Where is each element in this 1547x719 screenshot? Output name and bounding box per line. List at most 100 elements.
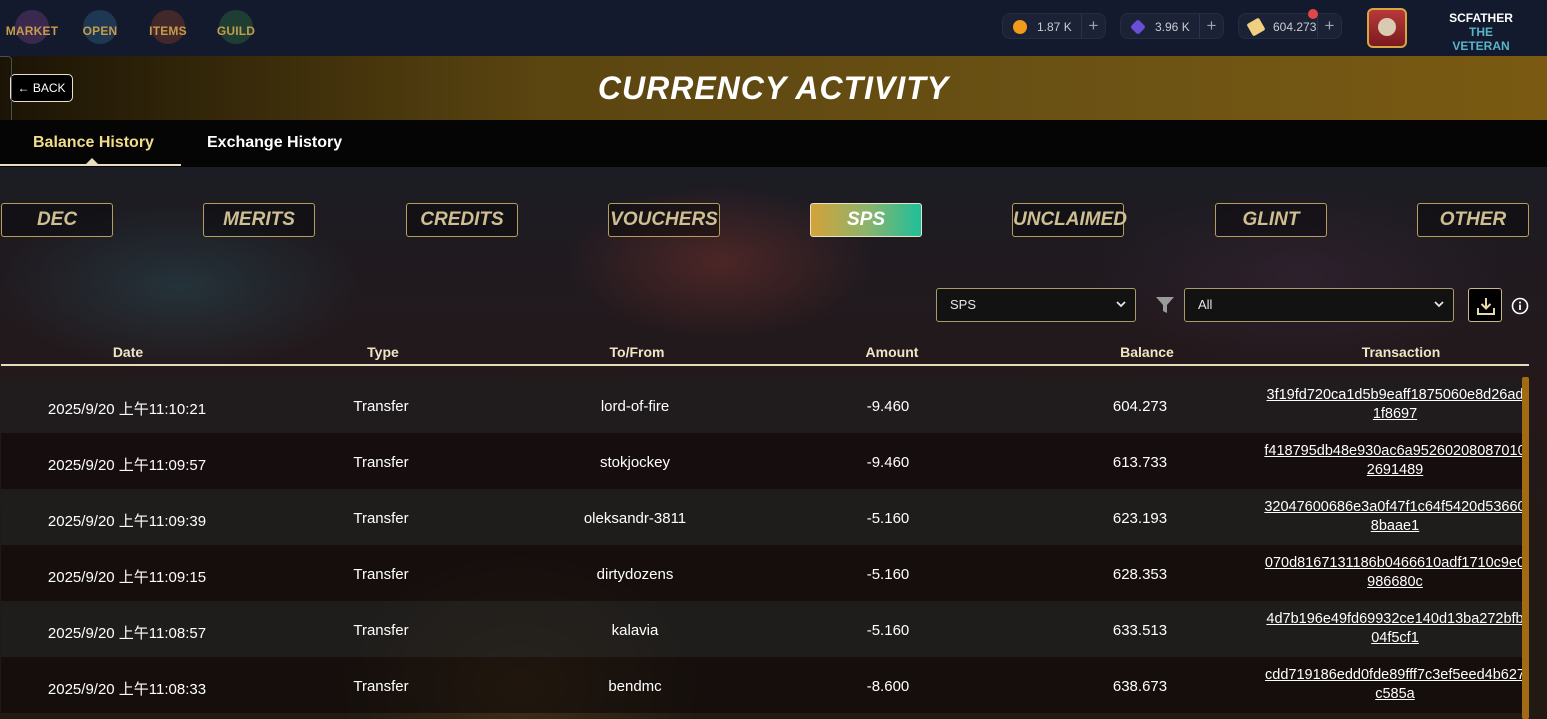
- table-row: 2025/9/20 上午11:09:15 Transfer dirtydozen…: [1, 545, 1525, 601]
- cell-date: 2025/9/20 上午11:09:15: [47, 569, 207, 586]
- table-row: 2025/9/20 上午11:09:39 Transfer oleksandr-…: [1, 489, 1526, 545]
- table-row: 2025/9/20 上午11:08:57 Transfer kalavia -5…: [1, 601, 1524, 657]
- cell-type: Transfer: [353, 678, 409, 695]
- cell-date: 2025/9/20 上午11:09:57: [47, 457, 207, 474]
- token-select-value: SPS: [950, 297, 977, 312]
- back-button[interactable]: ← BACK: [10, 74, 73, 102]
- merits-add-button[interactable]: +: [1199, 14, 1223, 38]
- cell-amount: -9.460: [866, 454, 910, 471]
- dec-add-button[interactable]: +: [1081, 14, 1105, 38]
- dec-balance-pill: 1.87 K +: [1002, 13, 1106, 39]
- transaction-link[interactable]: 3f19fd720ca1d5b9eaff1875060e8d26ad1f8697: [1263, 386, 1527, 424]
- download-button[interactable]: [1468, 288, 1502, 322]
- sps-balance-value: 604.273: [1273, 20, 1317, 34]
- cell-date: 2025/9/20 上午11:08:57: [47, 625, 207, 642]
- cell-to-from: kalavia: [611, 622, 659, 639]
- tab-balance-history[interactable]: Balance History: [33, 134, 154, 152]
- tab-exchange-history[interactable]: Exchange History: [207, 134, 342, 152]
- cell-to-from: oleksandr-3811: [583, 510, 687, 527]
- cell-amount: -5.160: [866, 566, 910, 583]
- arrow-left-icon: ←: [17, 81, 33, 95]
- type-select[interactable]: All: [1184, 288, 1454, 322]
- cell-balance: 623.193: [1112, 510, 1168, 527]
- download-icon: [1477, 298, 1495, 315]
- transaction-link[interactable]: f418795db48e930ac6a952602080870102691489: [1263, 442, 1527, 480]
- currency-vouchers-button[interactable]: VOUCHERS: [608, 203, 720, 237]
- back-button-label: BACK: [32, 81, 66, 95]
- table-row: 2025/9/20 上午11:08:33 Transfer bendmc -8.…: [1, 657, 1525, 713]
- currency-other-button[interactable]: OTHER: [1417, 203, 1529, 237]
- dec-balance-value: 1.87 K: [1037, 20, 1072, 34]
- token-select[interactable]: SPS: [936, 288, 1136, 322]
- sps-add-button[interactable]: +: [1317, 14, 1341, 38]
- nav-open-label: OPEN: [82, 24, 118, 38]
- transaction-link[interactable]: 070d8167131186b0466610adf1710c9e0986680c: [1263, 554, 1527, 592]
- nav-items-label: ITEMS: [149, 24, 187, 38]
- nav-items[interactable]: ITEMS: [136, 10, 200, 50]
- merits-balance-value: 3.96 K: [1155, 20, 1190, 34]
- notification-dot: [1308, 9, 1318, 19]
- user-title: THE VETERAN: [1452, 25, 1510, 53]
- sps-shard-icon: [1246, 17, 1266, 37]
- currency-sps-button[interactable]: SPS: [810, 203, 922, 237]
- sps-balance-pill: 604.273 +: [1238, 13, 1342, 39]
- chevron-down-icon: [1434, 301, 1444, 308]
- filter-icon: [1156, 297, 1174, 313]
- chevron-down-icon: [1116, 301, 1126, 308]
- currency-glint-button[interactable]: GLINT: [1215, 203, 1327, 237]
- cell-balance: 633.513: [1112, 622, 1168, 639]
- merits-balance-pill: 3.96 K +: [1120, 13, 1224, 39]
- nav-market[interactable]: MARKET: [0, 10, 64, 50]
- transaction-link[interactable]: cdd719186edd0fde89fff7c3ef5eed4b627c585a: [1263, 666, 1527, 704]
- avatar[interactable]: [1367, 8, 1407, 48]
- user-name[interactable]: SCFATHER: [1440, 11, 1522, 25]
- page-header: CURRENCY ACTIVITY ← BACK: [0, 56, 1547, 120]
- merits-crystal-icon: [1130, 19, 1146, 35]
- cell-to-from: stokjockey: [599, 454, 671, 471]
- cell-balance: 628.353: [1112, 566, 1168, 583]
- column-header-date: Date: [112, 344, 144, 360]
- avatar-face: [1378, 18, 1396, 36]
- page-title: CURRENCY ACTIVITY: [597, 70, 950, 106]
- nav-guild[interactable]: GUILD: [204, 10, 268, 50]
- cell-amount: -9.460: [866, 398, 910, 415]
- cell-amount: -5.160: [866, 510, 910, 527]
- cell-date: 2025/9/20 上午11:09:39: [47, 513, 207, 530]
- table-row: 2025/9/20 上午11:10:21 Transfer lord-of-fi…: [1, 377, 1523, 433]
- cell-amount: -5.160: [866, 622, 910, 639]
- transaction-link[interactable]: 32047600686e3a0f47f1c64f5420d536608baae1: [1263, 498, 1527, 536]
- table-header-divider: [1, 364, 1529, 366]
- column-header-amount: Amount: [865, 344, 919, 360]
- cell-balance: 638.673: [1112, 678, 1168, 695]
- currency-merits-button[interactable]: MERITS: [203, 203, 315, 237]
- top-navigation: MARKET OPEN ITEMS GUILD 1.87 K + 3.96 K …: [0, 0, 1547, 56]
- currency-unclaimed-button[interactable]: UNCLAIMED: [1012, 203, 1127, 237]
- cell-date: 2025/9/20 上午11:10:21: [47, 401, 207, 418]
- currency-dec-button[interactable]: DEC: [1, 203, 113, 237]
- currency-credits-button[interactable]: CREDITS: [406, 203, 518, 237]
- cell-type: Transfer: [353, 566, 409, 583]
- nav-guild-label: GUILD: [216, 24, 256, 38]
- nav-open[interactable]: OPEN: [68, 10, 132, 50]
- tab-bar: Balance History Exchange History: [0, 120, 1547, 167]
- column-header-balance: Balance: [1120, 344, 1174, 360]
- transaction-link[interactable]: 4d7b196e49fd69932ce140d13ba272bfb04f5cf1: [1263, 610, 1527, 648]
- column-header-transaction: Transaction: [1361, 344, 1441, 360]
- cell-to-from: bendmc: [608, 678, 662, 695]
- cell-date: 2025/9/20 上午11:08:33: [47, 681, 207, 698]
- info-icon[interactable]: [1511, 297, 1529, 315]
- column-header-type: Type: [367, 344, 399, 360]
- nav-market-label: MARKET: [5, 24, 59, 38]
- active-tab-underline: [0, 164, 181, 166]
- cell-type: Transfer: [353, 398, 409, 415]
- type-select-value: All: [1198, 297, 1213, 312]
- cell-type: Transfer: [353, 622, 409, 639]
- cell-to-from: dirtydozens: [596, 566, 674, 583]
- cell-balance: 604.273: [1112, 398, 1168, 415]
- cell-type: Transfer: [353, 510, 409, 527]
- cell-amount: -8.600: [866, 678, 910, 695]
- column-header-to-from: To/From: [609, 344, 665, 360]
- table-scrollbar-thumb[interactable]: [1522, 377, 1529, 719]
- dec-coin-icon: [1013, 20, 1027, 34]
- cell-type: Transfer: [353, 454, 409, 471]
